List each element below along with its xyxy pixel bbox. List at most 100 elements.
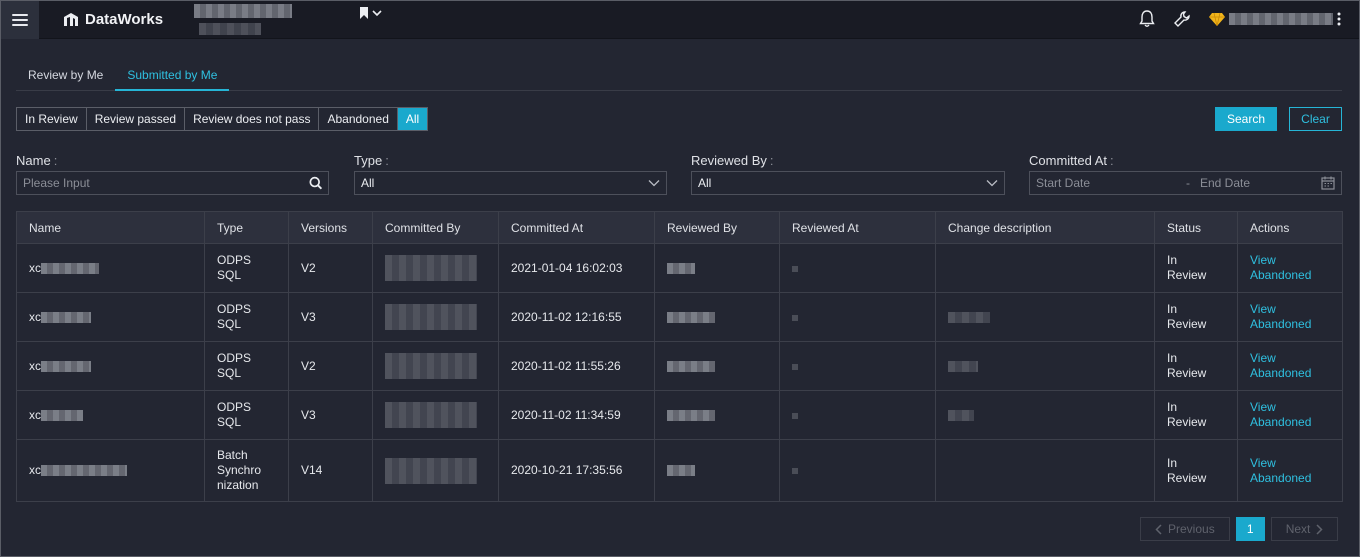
- chevron-right-icon: [1316, 523, 1323, 535]
- col-reviewed-at: Reviewed At: [779, 211, 936, 244]
- cell-change-description: [935, 243, 1155, 293]
- status-badge: In Review: [1154, 243, 1238, 293]
- col-versions: Versions: [288, 211, 373, 244]
- cell-version: V3: [288, 390, 373, 440]
- workspace-sub-redacted: [199, 23, 261, 35]
- filter-abandoned[interactable]: Abandoned: [319, 108, 398, 130]
- status-badge: In Review: [1154, 341, 1238, 391]
- view-link[interactable]: View: [1250, 456, 1330, 471]
- bell-icon[interactable]: [1139, 10, 1155, 28]
- workspace-name-redacted: [194, 4, 292, 18]
- cell-change-description: [935, 439, 1155, 502]
- cell-committed-by: [372, 390, 499, 440]
- filter-review-passed[interactable]: Review passed: [86, 108, 186, 130]
- top-right-toolbar: [1139, 10, 1341, 28]
- table-row: xc ODPS SQL V2 2021-01-04 16:02:03 In Revi…: [16, 243, 1343, 293]
- cell-type: ODPS SQL: [204, 341, 289, 391]
- cell-committed-at: 2021-01-04 16:02:03: [498, 243, 655, 293]
- menu-button[interactable]: [1, 1, 39, 39]
- reviewed-by-label: Reviewed By:: [691, 153, 774, 168]
- status-filter-group: In Review Review passed Review does not …: [16, 107, 429, 131]
- cell-name: xc: [16, 292, 205, 342]
- name-search-input[interactable]: [23, 176, 309, 190]
- workspace-selector[interactable]: [194, 4, 294, 36]
- abandon-link[interactable]: Abandoned: [1250, 268, 1330, 283]
- cell-committed-at: 2020-11-02 11:55:26: [498, 341, 655, 391]
- col-change-description: Change description: [935, 211, 1155, 244]
- cell-reviewed-by: [654, 292, 780, 342]
- start-date-input[interactable]: Start Date: [1036, 176, 1186, 190]
- search-button[interactable]: Search: [1215, 107, 1277, 131]
- page-1-button[interactable]: 1: [1235, 517, 1265, 541]
- user-menu[interactable]: [1209, 12, 1341, 26]
- filter-in-review[interactable]: In Review: [17, 108, 87, 130]
- cell-reviewed-at: [779, 243, 936, 293]
- type-label: Type:: [354, 153, 389, 168]
- cell-change-description: [935, 390, 1155, 440]
- bookmark-icon: [360, 7, 368, 19]
- cell-version: V2: [288, 341, 373, 391]
- filter-review-not-pass[interactable]: Review does not pass: [185, 108, 320, 130]
- end-date-input[interactable]: End Date: [1200, 176, 1321, 190]
- reviewed-by-select-value: All: [698, 176, 712, 190]
- view-link[interactable]: View: [1250, 253, 1330, 268]
- cell-name: xc: [16, 243, 205, 293]
- cell-committed-by: [372, 439, 499, 502]
- cell-type: ODPS SQL: [204, 292, 289, 342]
- reviewed-by-select[interactable]: All: [691, 171, 1005, 195]
- bookmark-menu[interactable]: [359, 7, 382, 19]
- filter-all[interactable]: All: [397, 108, 428, 130]
- cell-reviewed-at: [779, 292, 936, 342]
- tab-review-by-me[interactable]: Review by Me: [16, 63, 115, 91]
- cell-name: xc: [16, 390, 205, 440]
- menu-icon: [12, 11, 28, 29]
- cell-reviewed-at: [779, 439, 936, 502]
- type-select[interactable]: All: [354, 171, 667, 195]
- wrench-icon[interactable]: [1173, 10, 1191, 28]
- search-icon[interactable]: [309, 176, 322, 190]
- view-link[interactable]: View: [1250, 302, 1330, 317]
- review-tabs: Review by Me Submitted by Me: [16, 63, 1342, 91]
- abandon-link[interactable]: Abandoned: [1250, 415, 1330, 430]
- cell-type: ODPS SQL: [204, 243, 289, 293]
- next-page-button[interactable]: Next: [1270, 517, 1339, 541]
- view-link[interactable]: View: [1250, 400, 1330, 415]
- col-type: Type: [204, 211, 289, 244]
- chevron-down-icon: [648, 180, 660, 187]
- table-header-row: Name Type Versions Committed By Committe…: [16, 211, 1343, 244]
- cell-type: ODPS SQL: [204, 390, 289, 440]
- date-range-picker[interactable]: Start Date - End Date: [1029, 171, 1342, 195]
- cell-reviewed-by: [654, 341, 780, 391]
- name-label: Name:: [16, 153, 58, 168]
- table-row: xc ODPS SQL V3 2020-11-02 12:16:55 In Revi…: [16, 292, 1343, 342]
- cell-actions: View Abandoned: [1237, 341, 1343, 391]
- app-logo[interactable]: DataWorks: [63, 11, 163, 28]
- cell-name: xc: [16, 341, 205, 391]
- previous-page-button[interactable]: Previous: [1140, 517, 1230, 541]
- abandon-link[interactable]: Abandoned: [1250, 317, 1330, 332]
- cell-committed-at: 2020-11-02 11:34:59: [498, 390, 655, 440]
- cell-name: xc: [16, 439, 205, 502]
- cell-committed-at: 2020-10-21 17:35:56: [498, 439, 655, 502]
- cell-version: V3: [288, 292, 373, 342]
- cell-version: V2: [288, 243, 373, 293]
- cell-actions: View Abandoned: [1237, 243, 1343, 293]
- more-vertical-icon[interactable]: [1337, 12, 1341, 26]
- top-bar: DataWorks: [1, 1, 1359, 39]
- cell-change-description: [935, 341, 1155, 391]
- cell-reviewed-at: [779, 390, 936, 440]
- cell-version: V14: [288, 439, 373, 502]
- col-committed-at: Committed At: [498, 211, 655, 244]
- clear-button[interactable]: Clear: [1289, 107, 1342, 131]
- dataworks-logo-icon: [64, 12, 78, 26]
- cell-committed-by: [372, 341, 499, 391]
- view-link[interactable]: View: [1250, 351, 1330, 366]
- chevron-down-icon: [372, 10, 382, 17]
- abandon-link[interactable]: Abandoned: [1250, 366, 1330, 381]
- status-badge: In Review: [1154, 439, 1238, 502]
- name-search-field: [16, 171, 329, 195]
- abandon-link[interactable]: Abandoned: [1250, 471, 1330, 486]
- tab-submitted-by-me[interactable]: Submitted by Me: [115, 63, 230, 91]
- calendar-icon[interactable]: [1321, 176, 1335, 190]
- cell-actions: View Abandoned: [1237, 439, 1343, 502]
